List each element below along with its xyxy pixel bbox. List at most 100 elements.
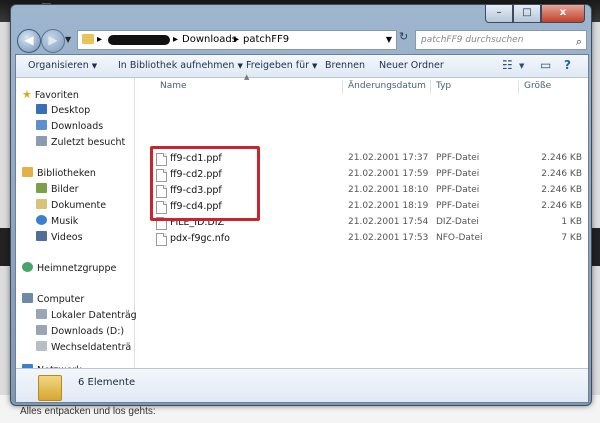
- organize-button[interactable]: Organisieren ▼: [28, 60, 97, 71]
- crumb-separator-icon: ▸: [173, 34, 179, 45]
- forward-button[interactable]: ▶: [41, 29, 65, 53]
- recent-places-icon: [36, 136, 47, 146]
- refresh-icon[interactable]: ↻: [399, 30, 408, 43]
- share-button[interactable]: Freigeben für ▼: [246, 60, 317, 71]
- command-bar: Organisieren ▼ In Bibliothek aufnehmen ▼ F…: [16, 55, 588, 78]
- chevron-down-icon: ▼: [312, 62, 318, 70]
- file-size: 2.246 KB: [541, 201, 582, 211]
- column-header-type[interactable]: Typ: [436, 81, 451, 91]
- homegroup-icon: [22, 262, 33, 272]
- recent-pages-dropdown[interactable]: ▼: [65, 35, 71, 44]
- view-options-icon[interactable]: ☷: [502, 58, 513, 72]
- search-input[interactable]: patchFF9 durchsuchen ⌕: [415, 30, 587, 50]
- explorer-body: Organisieren ▼ In Bibliothek aufnehmen ▼ F…: [15, 54, 589, 403]
- search-placeholder: patchFF9 durchsuchen: [421, 35, 524, 45]
- back-button[interactable]: ◀: [17, 29, 41, 53]
- music-icon: [36, 215, 47, 225]
- new-folder-button[interactable]: Neuer Ordner: [379, 60, 444, 71]
- column-header-date[interactable]: Änderungsdatum: [348, 81, 426, 91]
- computer-icon: [22, 293, 33, 303]
- nav-recent[interactable]: Zuletzt besucht: [36, 136, 125, 148]
- burn-button[interactable]: Brennen: [325, 60, 365, 71]
- background-instruction-text: Alles entpacken und los gehts:: [20, 406, 156, 417]
- videos-icon: [36, 231, 47, 241]
- star-icon: ★: [22, 88, 32, 101]
- column-header-size[interactable]: Größe: [524, 81, 551, 91]
- nav-videos[interactable]: Videos: [36, 231, 83, 243]
- search-icon[interactable]: ⌕: [576, 33, 582, 51]
- details-pane: 6 Elemente: [16, 368, 588, 402]
- include-library-label: In Bibliothek aufnehmen: [118, 60, 235, 71]
- address-bar[interactable]: ▸ ▸ Downloads ▸ patchFF9 ▼: [77, 30, 397, 50]
- explorer-window: – □ x ◀ ▶ ▼ ▸ ▸ Downloads ▸ patchFF9 ▼ ↻…: [10, 4, 592, 406]
- file-row[interactable]: pdx-f9gc.nfo 21.02.2001 17:53 NFO-Datei …: [136, 231, 588, 247]
- file-date: 21.02.2001 17:59: [348, 169, 429, 179]
- caption-buttons: – □ x: [485, 5, 585, 23]
- forward-arrow-icon: ▶: [48, 33, 58, 47]
- close-button[interactable]: x: [541, 5, 585, 23]
- share-label: Freigeben für: [246, 60, 310, 71]
- nav-downloads-d[interactable]: Downloads (D:): [36, 325, 124, 337]
- file-size: 2.246 KB: [541, 153, 582, 163]
- removable-drive-icon: [36, 341, 47, 351]
- nav-recent-label: Zuletzt besucht: [51, 137, 126, 148]
- nav-desktop-label: Desktop: [51, 105, 91, 116]
- chevron-down-icon: ▼: [237, 62, 243, 70]
- nav-music[interactable]: Musik: [36, 215, 78, 227]
- crumb-separator-icon: ▸: [97, 34, 103, 45]
- address-dropdown-icon[interactable]: ▼: [386, 31, 392, 49]
- nav-pictures-label: Bilder: [51, 184, 79, 195]
- nav-documents[interactable]: Dokumente: [36, 199, 106, 211]
- nav-removable[interactable]: Wechseldatenträ: [36, 341, 131, 353]
- organize-label: Organisieren: [28, 60, 89, 71]
- preview-pane-icon[interactable]: ▭: [540, 58, 551, 72]
- nav-favorites-label: Favoriten: [34, 90, 79, 101]
- column-separator[interactable]: [342, 80, 343, 94]
- column-header-name[interactable]: Name: [160, 81, 187, 91]
- file-size: 1 KB: [561, 217, 582, 227]
- chevron-down-icon[interactable]: ▼: [519, 62, 524, 70]
- help-icon[interactable]: ?: [564, 58, 571, 72]
- breadcrumb-downloads[interactable]: Downloads: [182, 31, 237, 49]
- file-type: DIZ-Datei: [436, 217, 479, 227]
- pictures-icon: [36, 183, 47, 193]
- nav-libraries[interactable]: Bibliotheken: [22, 167, 96, 179]
- maximize-button[interactable]: □: [513, 5, 541, 23]
- file-date: 21.02.2001 17:54: [348, 217, 429, 227]
- chevron-down-icon: ▼: [91, 62, 98, 70]
- nav-music-label: Musik: [51, 216, 79, 227]
- nav-favorites[interactable]: ★ Favoriten: [22, 88, 79, 101]
- desktop-icon: [36, 104, 47, 114]
- file-type: PPF-Datei: [436, 169, 480, 179]
- file-name: pdx-f9gc.nfo: [170, 233, 230, 244]
- nav-pictures[interactable]: Bilder: [36, 183, 79, 195]
- file-date: 21.02.2001 18:19: [348, 201, 429, 211]
- file-list: Name ▲ Änderungsdatum Typ Größe ff9-cd1.…: [136, 73, 588, 368]
- drive-icon: [36, 309, 47, 319]
- nav-desktop[interactable]: Desktop: [36, 104, 90, 116]
- file-type: NFO-Datei: [436, 233, 483, 243]
- file-date: 21.02.2001 17:53: [348, 233, 429, 243]
- column-separator[interactable]: [430, 80, 431, 94]
- column-separator[interactable]: [518, 80, 519, 94]
- nav-computer[interactable]: Computer: [22, 293, 84, 305]
- nav-documents-label: Dokumente: [51, 200, 107, 211]
- nav-removable-label: Wechseldatenträ: [51, 342, 132, 353]
- folder-icon: [82, 34, 94, 44]
- red-highlight-box: [150, 146, 260, 221]
- include-library-button[interactable]: In Bibliothek aufnehmen ▼: [118, 60, 243, 71]
- downloads-icon: [36, 120, 47, 130]
- breadcrumb-patchff9[interactable]: patchFF9: [243, 31, 289, 49]
- sort-ascending-icon: ▲: [244, 73, 250, 81]
- crumb-separator-icon: ▸: [234, 34, 240, 45]
- navigation-row: ◀ ▶ ▼ ▸ ▸ Downloads ▸ patchFF9 ▼ ↻ patch…: [15, 27, 587, 53]
- nav-downloads-d-label: Downloads (D:): [51, 326, 125, 337]
- nav-homegroup[interactable]: Heimnetzgruppe: [22, 262, 116, 274]
- minimize-button[interactable]: –: [485, 5, 513, 23]
- nav-downloads[interactable]: Downloads: [36, 120, 103, 132]
- nav-local-disk[interactable]: Lokaler Datenträg: [36, 309, 137, 321]
- nav-computer-label: Computer: [37, 294, 85, 305]
- file-type: PPF-Datei: [436, 153, 480, 163]
- file-type: PPF-Datei: [436, 201, 480, 211]
- file-size: 7 KB: [561, 233, 582, 243]
